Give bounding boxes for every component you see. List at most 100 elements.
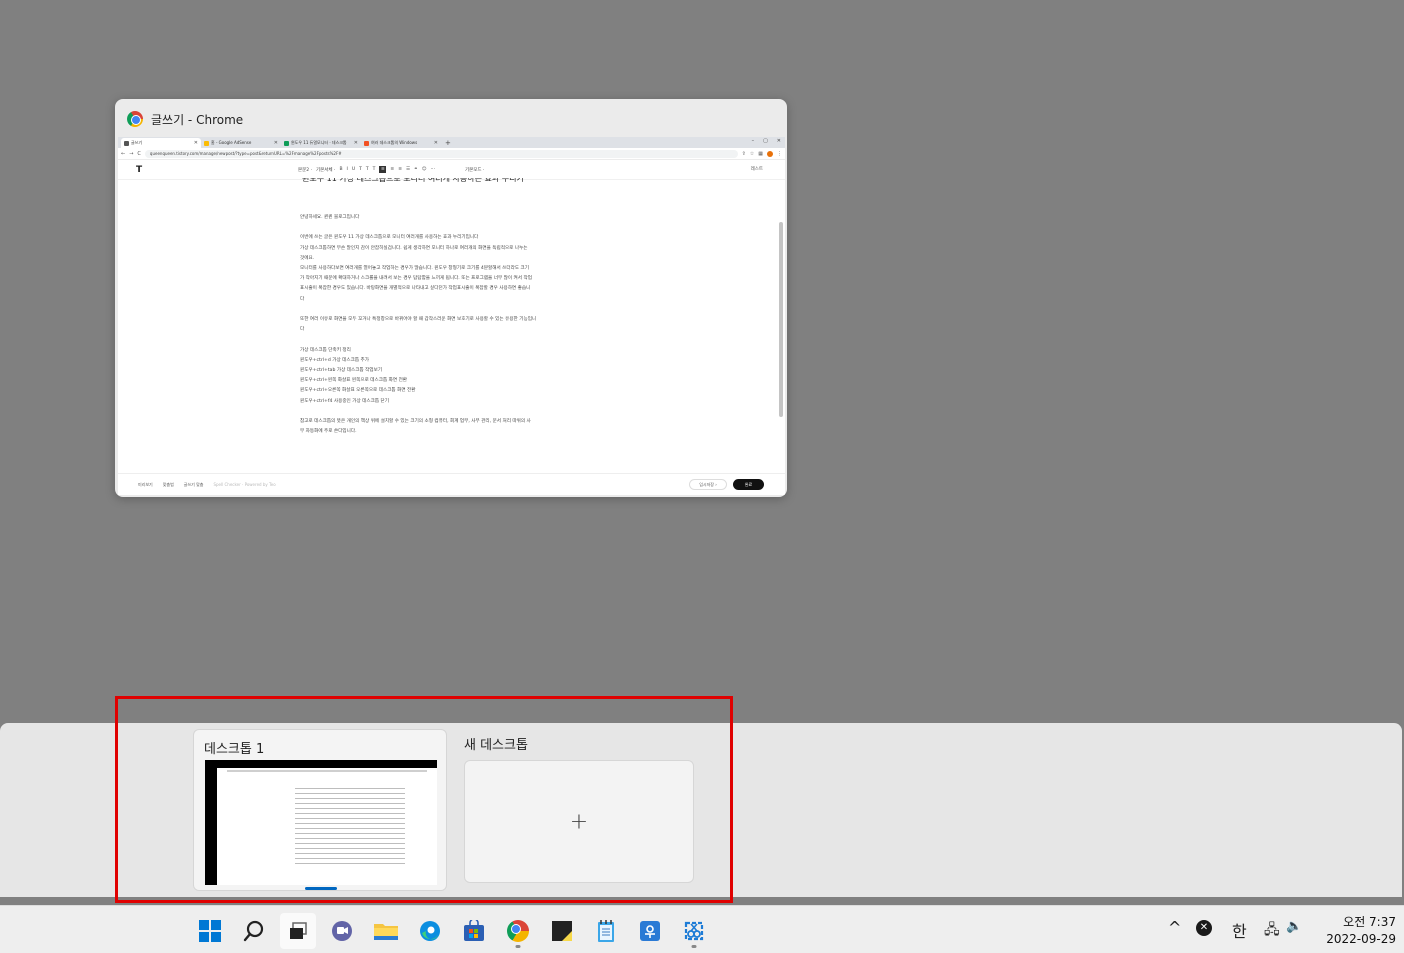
- close-icon[interactable]: ✕: [354, 140, 358, 146]
- taskbar: ^ ✕ 한 🖧 🔈 오전 7:37 2022-09-29: [0, 905, 1404, 953]
- paragraph-style-select[interactable]: 본문2 ·: [298, 167, 312, 173]
- snipping-tool-button[interactable]: [676, 913, 712, 949]
- share-icon[interactable]: ⇪: [742, 151, 746, 157]
- back-icon[interactable]: ←: [121, 151, 125, 157]
- tab-label: 글쓰기: [131, 140, 143, 145]
- body-line: [300, 223, 600, 233]
- desktop-thumbnail-page: [217, 768, 437, 885]
- plus-icon: +: [569, 809, 589, 834]
- clock-date: 2022-09-29: [1326, 932, 1396, 946]
- thumbnail-text-lines: [295, 788, 405, 868]
- chrome-taskbar-button[interactable]: [500, 913, 536, 949]
- scrollbar[interactable]: [779, 182, 783, 470]
- desktop-1-label: 데스크톱 1: [204, 742, 265, 757]
- close-icon[interactable]: ✕: [274, 140, 278, 146]
- body-line: 다: [300, 327, 305, 333]
- active-desktop-indicator: [305, 887, 337, 890]
- maximize-icon[interactable]: ▢: [763, 138, 768, 144]
- post-body[interactable]: 안녕하세요. 퀸퀸 블로그입니다 이번에 쓰는 글은 윈도우 11 가상 데스크…: [300, 213, 600, 437]
- bold-button[interactable]: B: [339, 167, 342, 172]
- extension-icon[interactable]: ▦: [758, 151, 763, 157]
- text-bg-button[interactable]: T: [373, 167, 376, 172]
- task-view-button[interactable]: [280, 913, 316, 949]
- align-center-icon[interactable]: ≡: [390, 167, 394, 172]
- editor-toolbar: T 본문2 · 기본서체 · B I U T T T ≡ ≡ ≡ ☰ ⚭ ☺ ⋯…: [118, 160, 785, 182]
- spellcheck-button[interactable]: 맞춤법: [163, 482, 174, 488]
- body-line: 모니터를 사용하다보면 여러개를 열어놓고 작업하는 경우가 많습니다. 윈도우…: [300, 266, 529, 272]
- desktop-1-card[interactable]: 데스크톱 1: [193, 729, 447, 891]
- align-right-icon[interactable]: ≡: [398, 167, 402, 172]
- close-icon[interactable]: ✕: [434, 140, 438, 146]
- teams-chat-button[interactable]: [324, 913, 360, 949]
- browser-tab[interactable]: 글쓰기 ✕: [121, 138, 201, 148]
- window-preview-title: 글쓰기 - Chrome: [127, 109, 243, 129]
- reload-icon[interactable]: C: [137, 151, 141, 157]
- chrome-icon: [127, 111, 143, 127]
- save-draft-button[interactable]: 임시저장 ›: [689, 479, 727, 490]
- show-hidden-icons-chevron-icon[interactable]: ^: [1168, 918, 1181, 937]
- tab-strip: 글쓰기 ✕ 홈 - Google AdSense ✕ 윈도우 11 듀얼모니터 …: [118, 137, 785, 148]
- avatar[interactable]: [767, 150, 773, 157]
- network-icon[interactable]: 🖧: [1264, 919, 1280, 943]
- list-icon[interactable]: ☰: [406, 167, 410, 172]
- text-color-button[interactable]: T: [366, 167, 369, 172]
- menu-icon[interactable]: ⋮: [777, 151, 782, 157]
- body-line: 무 자동화에 주로 쓴다입니다.: [300, 429, 357, 435]
- tistory-logo-icon[interactable]: T: [136, 165, 142, 175]
- spell-checker-credit: Spell Checker · Powered by Teo: [213, 482, 276, 487]
- align-left-icon[interactable]: ≡: [379, 166, 387, 173]
- body-line: 윈도우+ctrl+오른쪽 화살표 오른쪽으로 데스크톱 화면 전환: [300, 388, 416, 394]
- system-tray: ^ ✕ 한 🖧 🔈 오전 7:37 2022-09-29: [1144, 906, 1404, 953]
- window-preview-chrome[interactable]: 글쓰기 - Chrome 글쓰기 ✕ 홈 - Google AdSense ✕ …: [115, 99, 787, 497]
- browser-tab[interactable]: 윈도우 11 듀얼모니터 · 데스크톱 ✕: [281, 138, 361, 148]
- italic-button[interactable]: I: [347, 167, 348, 172]
- desktop-1-thumbnail: [205, 760, 437, 885]
- underline-button[interactable]: U: [352, 167, 355, 172]
- clock[interactable]: 오전 7:37 2022-09-29: [1326, 914, 1396, 948]
- star-icon[interactable]: ☆: [750, 151, 754, 157]
- notepad-button[interactable]: [588, 913, 624, 949]
- edge-button[interactable]: [412, 913, 448, 949]
- microsoft-store-button[interactable]: [456, 913, 492, 949]
- link-icon[interactable]: ⚭: [414, 167, 418, 172]
- sticky-notes-button[interactable]: [544, 913, 580, 949]
- scrollbar-thumb[interactable]: [779, 222, 783, 417]
- body-line: 또한 여러 이유로 화면을 모두 꼬거나 특정창으로 바뀌어야 할 때 갑작스러…: [300, 317, 537, 323]
- new-tab-button[interactable]: +: [441, 138, 455, 148]
- address-bar-row: ← → C queenqueen.tistory.com/manage/newp…: [118, 148, 785, 160]
- start-button[interactable]: [192, 913, 228, 949]
- hangul-word-button[interactable]: [632, 913, 668, 949]
- preview-button[interactable]: 미리보기: [138, 482, 153, 488]
- minimize-icon[interactable]: –: [752, 138, 755, 144]
- input-method-indicator[interactable]: 한: [1232, 918, 1247, 942]
- status-error-icon[interactable]: ✕: [1196, 920, 1212, 936]
- new-desktop-label: 새 데스크톱: [464, 738, 528, 753]
- close-icon[interactable]: ✕: [194, 140, 198, 146]
- close-icon[interactable]: ✕: [777, 138, 781, 144]
- window-title-text: 글쓰기 - Chrome: [151, 112, 244, 127]
- publish-button[interactable]: 완료: [733, 479, 764, 490]
- fit-button[interactable]: 글쓰기 맞춤: [184, 482, 204, 488]
- strike-button[interactable]: T: [359, 167, 362, 172]
- file-explorer-button[interactable]: [368, 913, 404, 949]
- forward-icon[interactable]: →: [129, 151, 133, 157]
- microsoft-favicon-icon: [364, 140, 369, 146]
- new-desktop-button[interactable]: +: [464, 760, 694, 883]
- url-field[interactable]: queenqueen.tistory.com/manage/newpost/?t…: [144, 149, 738, 158]
- task-view-icon: [290, 922, 307, 939]
- browser-tab[interactable]: 홈 - Google AdSense ✕: [201, 138, 281, 148]
- mode-select[interactable]: 기본모드 ·: [465, 167, 484, 173]
- body-line: 참고로 데스크톱의 뜻은 개인의 책상 위에 설치할 수 있는 크기의 소형 컴…: [300, 419, 531, 425]
- more-icon[interactable]: ⋯: [431, 167, 436, 172]
- adsense-favicon-icon: [204, 140, 209, 146]
- font-select[interactable]: 기본서체 ·: [316, 167, 335, 173]
- emoji-icon[interactable]: ☺: [422, 167, 427, 172]
- search-button[interactable]: [236, 913, 272, 949]
- body-line: [300, 305, 600, 315]
- body-line: 윈도우+ctrl+d 가상 데스크톱 추가: [300, 357, 369, 363]
- clock-time: 오전 7:37: [1343, 915, 1396, 929]
- browser-tab[interactable]: 여러 데스크톱의 Windows ✕: [361, 138, 441, 148]
- volume-icon[interactable]: 🔈: [1286, 919, 1302, 934]
- top-right-label[interactable]: 레스트: [751, 166, 763, 172]
- virtual-desktops-bar: 데스크톱 1 새 데스크톱 +: [0, 723, 1402, 897]
